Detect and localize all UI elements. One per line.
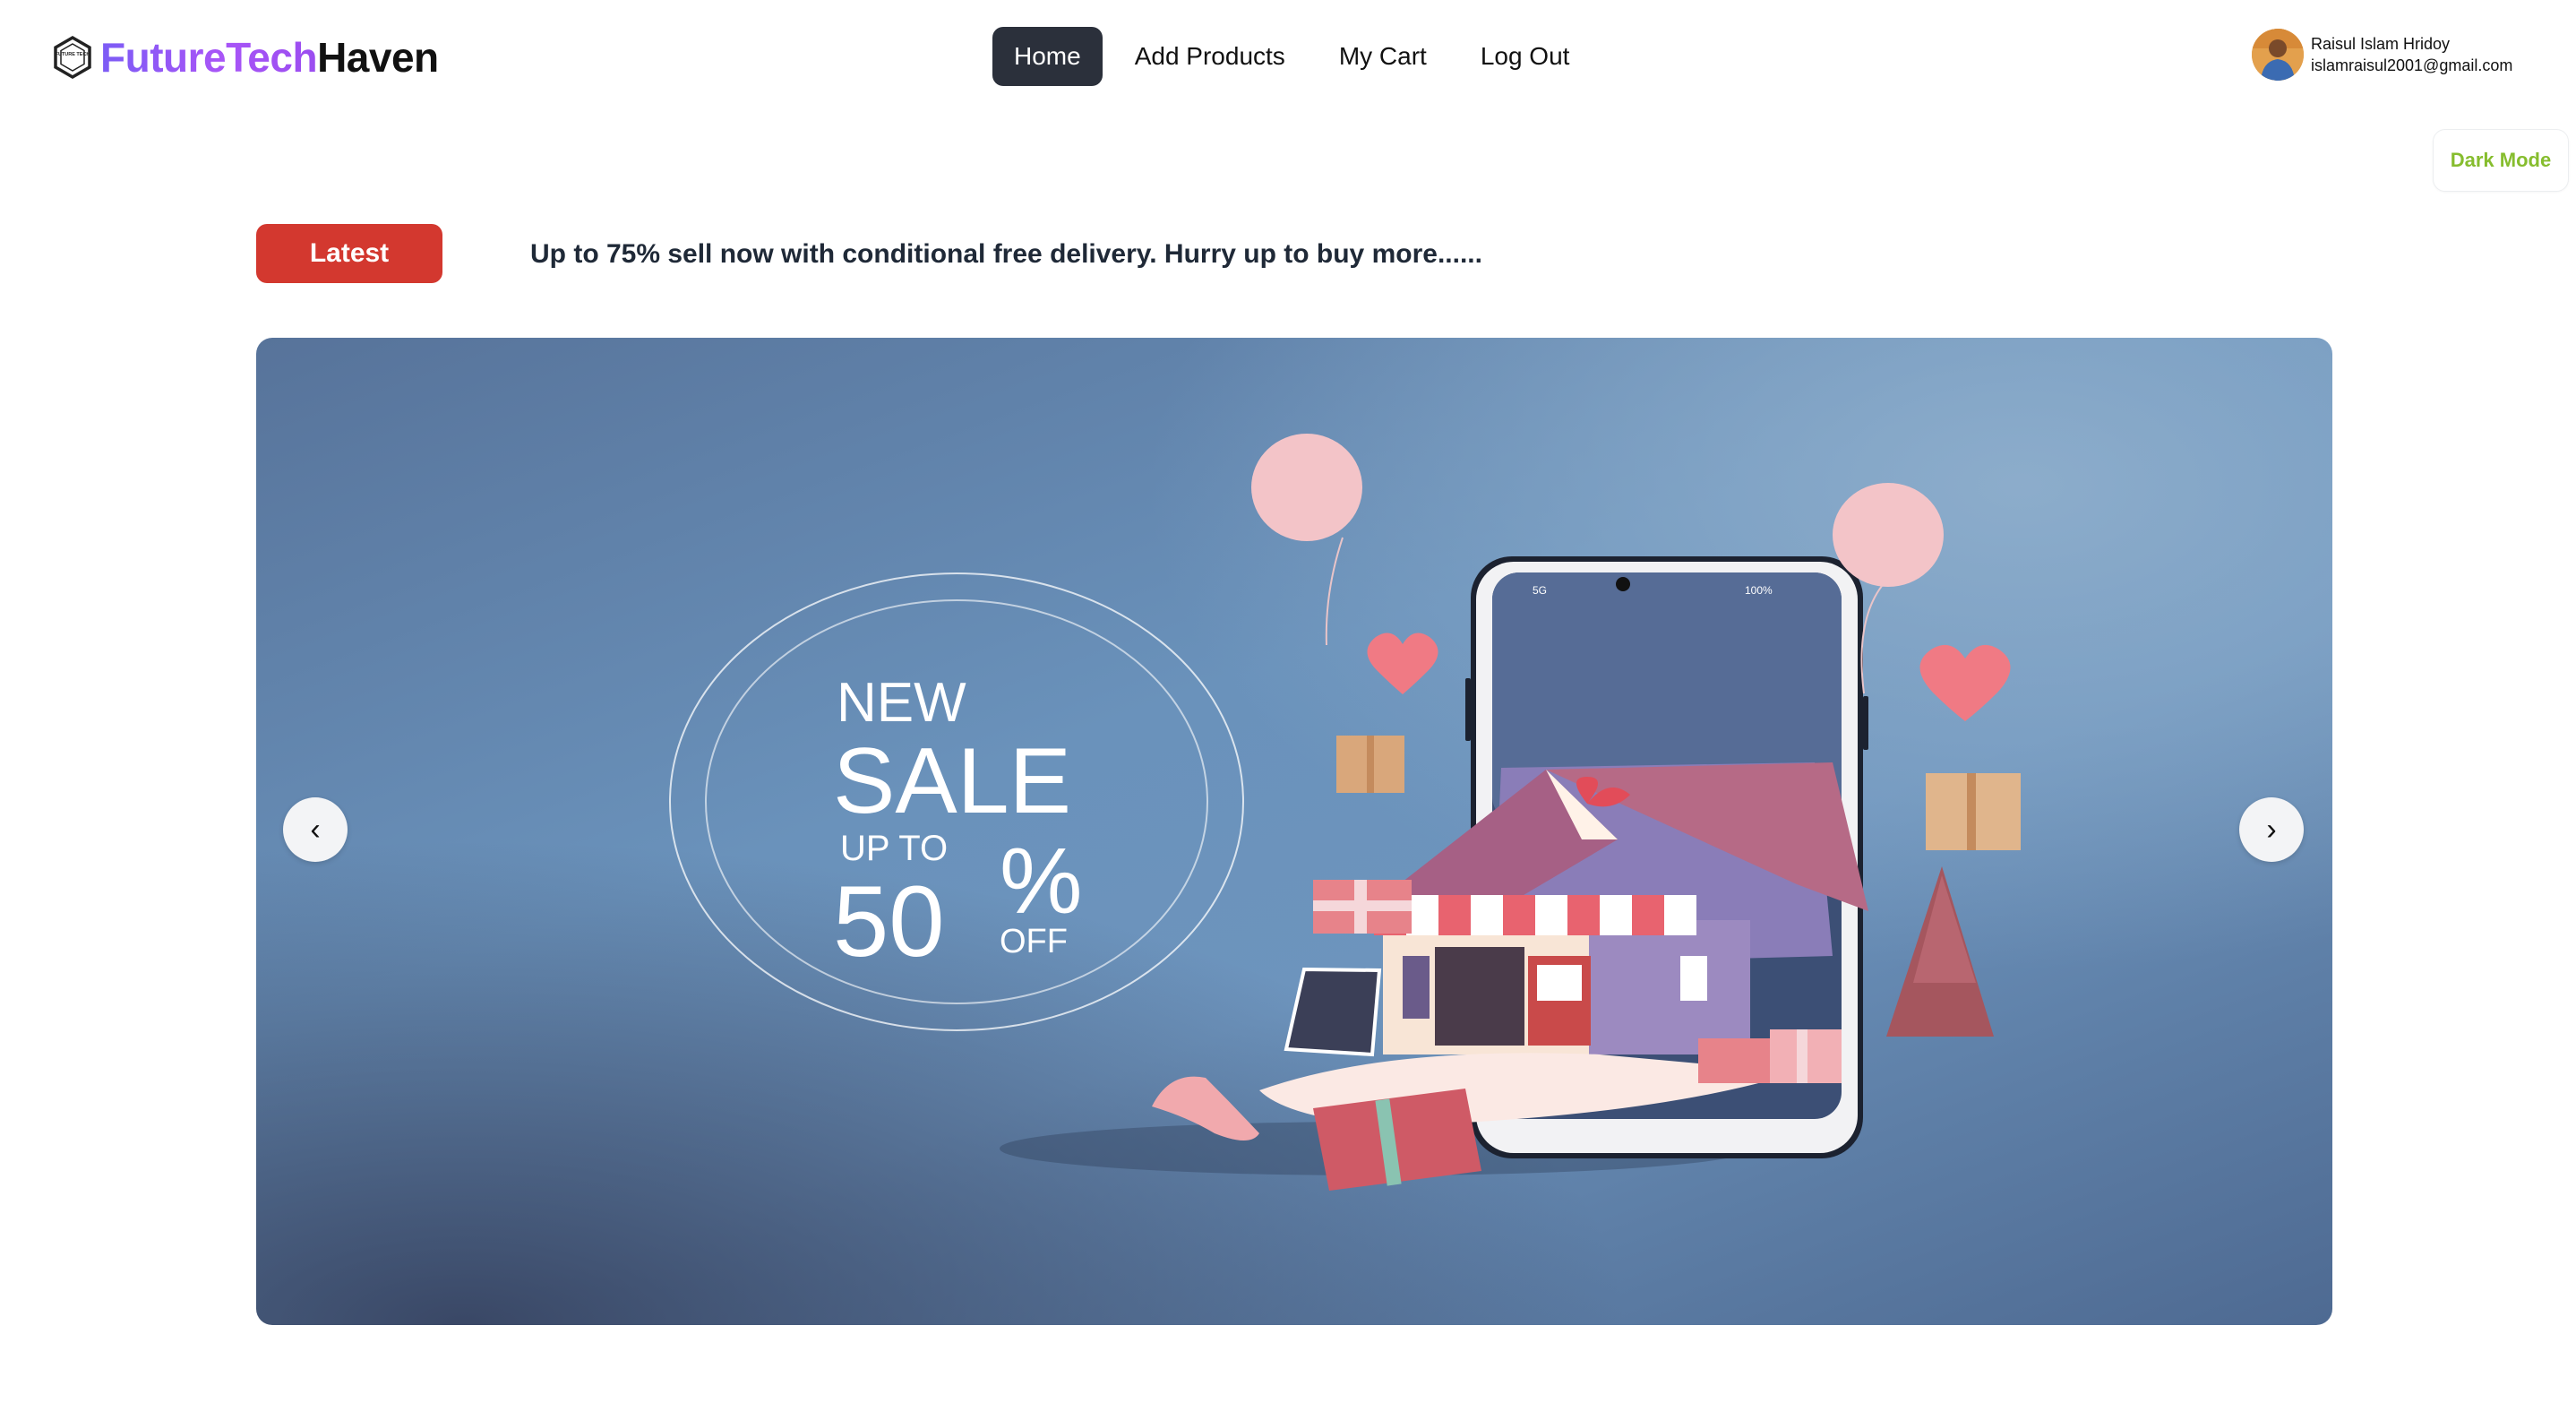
banner-amount: 50 bbox=[833, 865, 945, 977]
sale-banner-image: NEW SALE UP TO 50 % OFF 5G 100% bbox=[669, 434, 2021, 1191]
phone-battery: 100% bbox=[1745, 584, 1773, 597]
nav-home[interactable]: Home bbox=[992, 27, 1103, 86]
nav-log-out[interactable]: Log Out bbox=[1454, 27, 1597, 86]
dark-mode-button[interactable]: Dark Mode bbox=[2433, 129, 2569, 192]
main-nav: Home Add Products My Cart Log Out bbox=[992, 27, 1596, 86]
banner-percent: % bbox=[1000, 830, 1082, 934]
avatar bbox=[2252, 29, 2304, 81]
brand-name: FutureTechHaven bbox=[100, 34, 439, 81]
carousel-prev-button[interactable]: ‹ bbox=[283, 797, 348, 862]
user-name: Raisul Islam Hridoy bbox=[2311, 35, 2451, 53]
hero-carousel: NEW SALE UP TO 50 % OFF 5G 100% bbox=[256, 338, 2332, 1325]
user-email: islamraisul2001@gmail.com bbox=[2311, 56, 2513, 74]
banner-off: OFF bbox=[1000, 923, 1068, 960]
chevron-right-icon: › bbox=[2266, 812, 2277, 847]
brand-logo[interactable]: FUTURE TECH FutureTechHaven bbox=[52, 32, 439, 82]
phone-signal: 5G bbox=[1533, 584, 1547, 597]
logo-icon: FUTURE TECH bbox=[54, 35, 91, 80]
banner-sale: SALE bbox=[833, 729, 1071, 833]
nav-my-cart[interactable]: My Cart bbox=[1312, 27, 1454, 86]
carousel-next-button[interactable]: › bbox=[2239, 797, 2304, 862]
user-profile[interactable]: Raisul Islam Hridoy islamraisul2001@gmai… bbox=[2252, 29, 2512, 81]
latest-badge: Latest bbox=[256, 224, 442, 283]
chevron-left-icon: ‹ bbox=[310, 812, 321, 847]
nav-add-products[interactable]: Add Products bbox=[1108, 27, 1312, 86]
banner-new: NEW bbox=[837, 672, 966, 734]
avatar-image bbox=[2252, 29, 2304, 81]
banner-up-to: UP TO bbox=[840, 829, 948, 868]
announcement-marquee: Up to 75% sell now with conditional free… bbox=[530, 239, 1482, 269]
svg-text:FUTURE TECH: FUTURE TECH bbox=[56, 52, 90, 57]
